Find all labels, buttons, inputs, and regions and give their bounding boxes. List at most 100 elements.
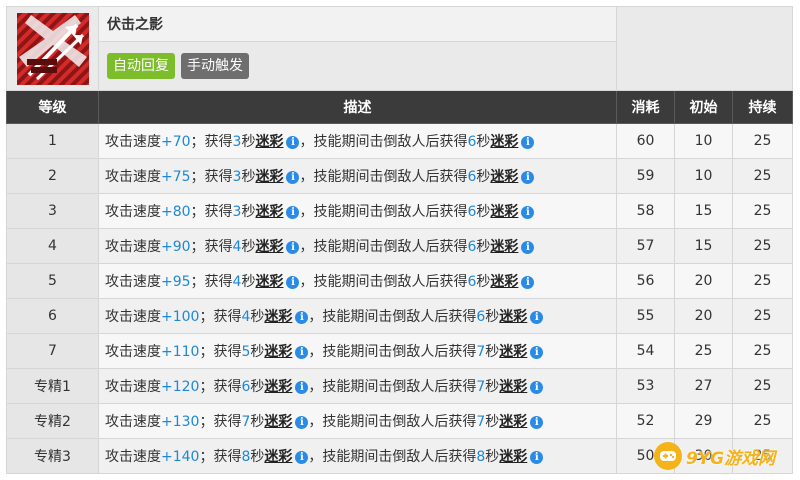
info-icon[interactable]: i — [521, 171, 535, 184]
table-row: 1 攻击速度+70；获得3秒迷彩 i ，技能期间击倒敌人后获得6秒迷彩 i 60 10 25 — [6, 123, 794, 159]
cost-cell: 52 — [616, 403, 675, 439]
description-cell: 攻击速度+95；获得4秒迷彩 i ，技能期间击倒敌人后获得6秒迷彩 i — [98, 263, 617, 299]
camouflage-keyword-link[interactable]: 迷彩 — [490, 169, 518, 185]
desc-text: 攻击速度 — [105, 169, 161, 185]
camouflage-keyword-link[interactable]: 迷彩 — [499, 414, 527, 430]
desc-text: 秒 — [241, 239, 256, 255]
info-icon[interactable]: i — [521, 241, 535, 254]
level-cell: 专精3 — [6, 438, 99, 474]
initial-cell: 15 — [674, 193, 733, 229]
camouflage-keyword-link[interactable]: 迷彩 — [499, 309, 527, 325]
desc-text: 秒 — [485, 414, 500, 430]
camouflage-keyword-link[interactable]: 迷彩 — [255, 274, 283, 290]
skill-icon-cell — [6, 6, 99, 91]
cost-cell: 50 — [616, 438, 675, 474]
desc-text: ；获得 — [199, 449, 242, 465]
desc-text: 秒 — [241, 274, 256, 290]
table-row: 专精3 攻击速度+140；获得8秒迷彩 i ，技能期间击倒敌人后获得8秒迷彩 i 50 30… — [6, 438, 794, 474]
info-icon[interactable]: i — [295, 346, 309, 359]
level-cell: 1 — [6, 123, 99, 159]
info-icon[interactable]: i — [286, 276, 300, 289]
camouflage-keyword-link[interactable]: 迷彩 — [264, 414, 292, 430]
desc-text: ；获得 — [199, 379, 242, 395]
camouflage-keyword-link[interactable]: 迷彩 — [490, 274, 518, 290]
duration-cell: 25 — [731, 193, 794, 229]
table-row: 4 攻击速度+90；获得4秒迷彩 i ，技能期间击倒敌人后获得6秒迷彩 i 57 15 25 — [6, 228, 794, 264]
level-cell: 3 — [6, 193, 99, 229]
desc-text: 攻击速度 — [105, 379, 161, 395]
cost-column-header: 消耗 — [616, 90, 675, 124]
duration-cell: 25 — [731, 123, 794, 159]
camouflage-keyword-link[interactable]: 迷彩 — [490, 134, 518, 150]
attack-speed-value: +140 — [161, 449, 200, 465]
info-icon[interactable]: i — [295, 451, 309, 464]
table-row: 3 攻击速度+80；获得3秒迷彩 i ，技能期间击倒敌人后获得6秒迷彩 i 58 15 25 — [6, 193, 794, 229]
level-cell: 2 — [6, 158, 99, 194]
duration-cell: 25 — [731, 403, 794, 439]
info-icon[interactable]: i — [521, 276, 535, 289]
camouflage-keyword-link[interactable]: 迷彩 — [499, 449, 527, 465]
desc-text: ，技能期间击倒敌人后获得 — [299, 204, 468, 220]
auto-recovery-tag: 自动回复 — [107, 53, 175, 79]
table-row: 专精1 攻击速度+120；获得6秒迷彩 i ，技能期间击倒敌人后获得7秒迷彩 i 53 27… — [6, 368, 794, 404]
camouflage-keyword-link[interactable]: 迷彩 — [264, 309, 292, 325]
level-column-header: 等级 — [6, 90, 99, 124]
ambush-shadow-skill-icon — [16, 12, 89, 85]
info-icon[interactable]: i — [295, 416, 309, 429]
info-icon[interactable]: i — [286, 241, 300, 254]
attack-speed-value: +110 — [161, 344, 200, 360]
description-cell: 攻击速度+110；获得5秒迷彩 i ，技能期间击倒敌人后获得7秒迷彩 i — [98, 333, 617, 369]
desc-text: 秒 — [241, 169, 256, 185]
level-cell: 专精1 — [6, 368, 99, 404]
initial-cell: 10 — [674, 158, 733, 194]
duration-cell: 25 — [731, 333, 794, 369]
info-icon[interactable]: i — [295, 311, 309, 324]
camouflage-keyword-link[interactable]: 迷彩 — [499, 379, 527, 395]
cost-cell: 57 — [616, 228, 675, 264]
camouflage-keyword-link[interactable]: 迷彩 — [264, 344, 292, 360]
info-icon[interactable]: i — [295, 381, 309, 394]
duration-cell: 25 — [731, 228, 794, 264]
desc-text: 秒 — [485, 449, 500, 465]
info-icon[interactable]: i — [530, 311, 544, 324]
level-cell: 7 — [6, 333, 99, 369]
info-icon[interactable]: i — [530, 381, 544, 394]
table-row: 专精2 攻击速度+130；获得7秒迷彩 i ，技能期间击倒敌人后获得7秒迷彩 i 52 29… — [6, 403, 794, 439]
info-icon[interactable]: i — [286, 171, 300, 184]
kill-camouflage-seconds: 7 — [476, 344, 486, 360]
camouflage-keyword-link[interactable]: 迷彩 — [255, 134, 283, 150]
camouflage-keyword-link[interactable]: 迷彩 — [255, 204, 283, 220]
info-icon[interactable]: i — [530, 416, 544, 429]
initial-cell: 20 — [674, 298, 733, 334]
info-icon[interactable]: i — [286, 136, 300, 149]
description-cell: 攻击速度+75；获得3秒迷彩 i ，技能期间击倒敌人后获得6秒迷彩 i — [98, 158, 617, 194]
attack-speed-value: +95 — [161, 274, 191, 290]
camouflage-keyword-link[interactable]: 迷彩 — [255, 239, 283, 255]
camouflage-keyword-link[interactable]: 迷彩 — [490, 239, 518, 255]
attack-speed-value: +90 — [161, 239, 191, 255]
description-column-header: 描述 — [98, 90, 617, 124]
camouflage-keyword-link[interactable]: 迷彩 — [264, 449, 292, 465]
desc-text: ；获得 — [199, 414, 242, 430]
desc-text: 攻击速度 — [105, 274, 161, 290]
desc-text: 秒 — [476, 169, 491, 185]
camouflage-keyword-link[interactable]: 迷彩 — [255, 169, 283, 185]
info-icon[interactable]: i — [530, 346, 544, 359]
desc-text: 秒 — [476, 274, 491, 290]
description-cell: 攻击速度+130；获得7秒迷彩 i ，技能期间击倒敌人后获得7秒迷彩 i — [98, 403, 617, 439]
info-icon[interactable]: i — [521, 136, 535, 149]
desc-text: ，技能期间击倒敌人后获得 — [299, 274, 468, 290]
info-icon[interactable]: i — [521, 206, 535, 219]
description-cell: 攻击速度+140；获得8秒迷彩 i ，技能期间击倒敌人后获得8秒迷彩 i — [98, 438, 617, 474]
desc-text: 秒 — [241, 204, 256, 220]
desc-text: ，技能期间击倒敌人后获得 — [308, 309, 477, 325]
camouflage-keyword-link[interactable]: 迷彩 — [499, 344, 527, 360]
camouflage-keyword-link[interactable]: 迷彩 — [490, 204, 518, 220]
info-icon[interactable]: i — [286, 206, 300, 219]
duration-cell: 25 — [731, 263, 794, 299]
camouflage-keyword-link[interactable]: 迷彩 — [264, 379, 292, 395]
info-icon[interactable]: i — [530, 451, 544, 464]
initial-cell: 25 — [674, 333, 733, 369]
desc-text: 秒 — [250, 414, 265, 430]
kill-camouflage-seconds: 7 — [476, 379, 486, 395]
